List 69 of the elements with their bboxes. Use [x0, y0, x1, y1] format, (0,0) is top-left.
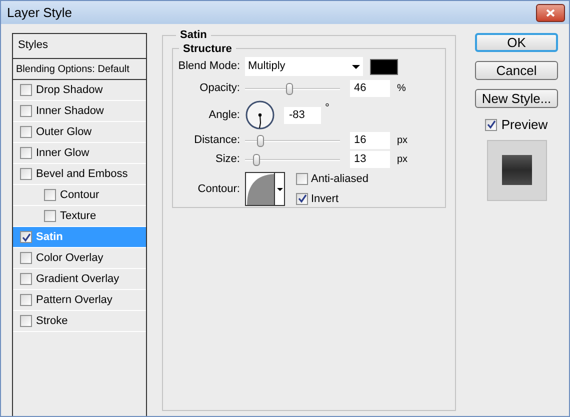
checkbox[interactable]: [44, 189, 56, 201]
unit-label: px: [397, 134, 408, 148]
list-item[interactable]: Color Overlay: [13, 248, 146, 269]
slider-thumb[interactable]: [286, 82, 293, 94]
section-title: Satin: [179, 28, 208, 43]
preview-checkbox[interactable]: [485, 118, 498, 131]
list-item[interactable]: Inner Shadow: [13, 101, 146, 122]
value-field[interactable]: 46: [350, 80, 390, 97]
dialog-button[interactable]: New Style...: [475, 89, 558, 108]
unit-label: px: [397, 153, 408, 167]
close-button[interactable]: [536, 4, 565, 22]
list-item[interactable]: Contour: [13, 185, 146, 206]
list-item[interactable]: Stroke: [13, 311, 146, 332]
slider[interactable]: [245, 134, 340, 146]
slider[interactable]: [245, 82, 340, 94]
list-item[interactable]: Blending Options: Default: [13, 58, 146, 80]
value-field[interactable]: 13: [350, 151, 390, 168]
preview-square: [502, 155, 532, 185]
window-title: Layer Style: [7, 4, 72, 22]
checkbox[interactable]: [20, 126, 32, 138]
list-item[interactable]: Pattern Overlay: [13, 290, 146, 311]
checkbox[interactable]: [20, 84, 32, 96]
color-swatch[interactable]: [370, 58, 398, 74]
caret-icon: [276, 188, 282, 190]
slider-thumb[interactable]: [253, 154, 260, 166]
field-label: Blend Mode:: [177, 59, 241, 74]
dialog-button[interactable]: Cancel: [475, 61, 558, 80]
list-header: Styles: [17, 38, 49, 53]
check-icon: [298, 194, 306, 204]
field-label: Distance:: [193, 133, 241, 148]
checkbox[interactable]: [20, 105, 32, 117]
checkbox[interactable]: [296, 173, 308, 186]
close-icon: [546, 8, 555, 16]
slider[interactable]: [245, 154, 340, 166]
value-field[interactable]: 16: [350, 132, 390, 149]
list-item[interactable]: Drop Shadow: [13, 80, 146, 101]
checkbox[interactable]: [20, 273, 32, 285]
checkbox[interactable]: [20, 252, 32, 264]
checkbox[interactable]: [20, 294, 32, 306]
blend-mode-dropdown[interactable]: Multiply: [245, 57, 363, 76]
checkbox[interactable]: [20, 231, 32, 243]
checkbox[interactable]: [20, 168, 32, 180]
angle-field[interactable]: -83: [284, 106, 321, 124]
list-item[interactable]: Inner Glow: [13, 143, 146, 164]
checkbox[interactable]: [296, 192, 308, 205]
checkbox[interactable]: [44, 210, 56, 222]
checkbox-label: Anti-aliased: [311, 172, 368, 187]
curve-icon: [246, 173, 274, 205]
checkbox-label: Invert: [311, 192, 339, 206]
checkbox[interactable]: [20, 147, 32, 159]
angle-dial-icon: [245, 100, 275, 130]
field-label: Size:: [214, 152, 241, 168]
unit-label: %: [397, 82, 406, 96]
contour-picker[interactable]: [245, 172, 285, 206]
caret-icon: [352, 64, 360, 68]
check-icon: [486, 120, 496, 130]
checkbox[interactable]: [20, 315, 32, 327]
list-item[interactable]: Outer Glow: [13, 122, 146, 143]
field-label: Contour:: [196, 182, 241, 197]
group-title: Structure: [182, 42, 233, 56]
degree-label: °: [325, 101, 330, 116]
checkbox-label: Preview: [501, 116, 548, 134]
check-icon: [22, 232, 30, 242]
slider-thumb[interactable]: [257, 134, 264, 146]
field-label: Angle:: [208, 108, 241, 123]
list-item[interactable]: Gradient Overlay: [13, 269, 146, 290]
list-item[interactable]: Bevel and Emboss: [13, 164, 146, 185]
field-label: Opacity:: [198, 81, 241, 96]
dialog-button[interactable]: OK: [475, 33, 558, 52]
